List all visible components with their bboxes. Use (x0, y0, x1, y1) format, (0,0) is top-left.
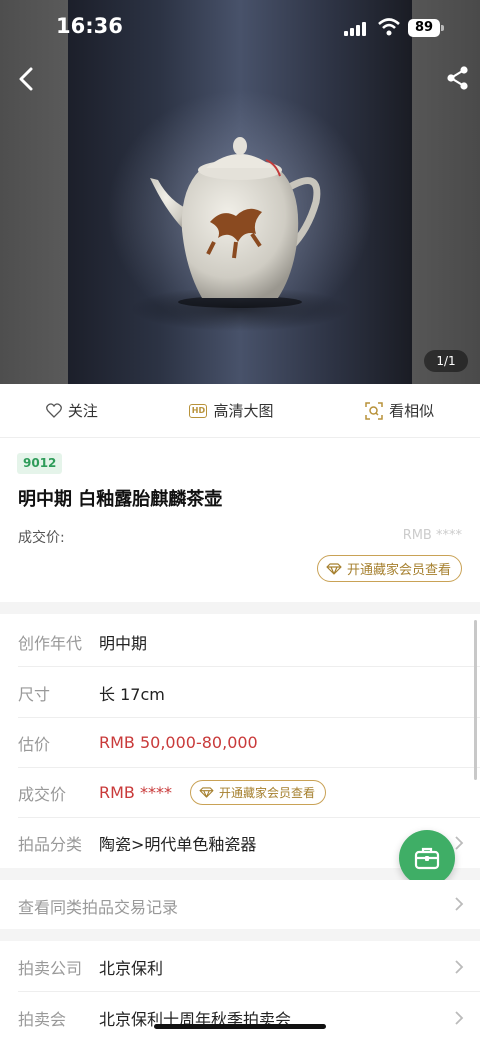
category-value: 陶瓷>明代单色釉瓷器 (99, 834, 257, 854)
detail-label: 拍卖会 (18, 1009, 67, 1029)
similar-search-icon (365, 401, 383, 420)
detail-row-estimate: 估价 RMB 50,000-80,000 (0, 717, 480, 768)
vip-view-label: 开通藏家会员查看 (218, 786, 315, 800)
briefcase-icon (414, 847, 440, 870)
detail-row-era: 创作年代 明中期 (0, 616, 480, 667)
detail-label: 拍卖公司 (18, 958, 83, 978)
battery-indicator: 89 (408, 19, 440, 37)
vip-view-button[interactable]: 开通藏家会员查看 (189, 780, 326, 805)
chevron-right-icon (455, 897, 464, 911)
detail-value: 明中期 (99, 633, 148, 653)
image-counter: 1/1 (424, 350, 468, 372)
diamond-icon (326, 562, 342, 575)
hd-icon: HD (189, 403, 208, 418)
vip-view-button[interactable]: 开通藏家会员查看 (316, 555, 462, 582)
follow-button[interactable]: 关注 (45, 400, 98, 421)
detail-label: 估价 (18, 734, 51, 754)
detail-label: 创作年代 (18, 633, 83, 653)
lot-number-badge: 9012 (17, 453, 63, 474)
detail-label: 尺寸 (18, 684, 51, 704)
share-icon[interactable] (444, 64, 472, 92)
wifi-icon (378, 18, 400, 36)
transaction-history-link[interactable]: 查看同类拍品交易记录 (0, 880, 480, 929)
back-arrow-icon[interactable] (12, 64, 42, 94)
vip-view-label: 开通藏家会员查看 (346, 563, 451, 578)
status-bar: 16:36 89 (0, 0, 480, 56)
lot-info-card: 9012 明中期 白釉露胎麒麟茶壶 成交价: RMB **** 开通藏家会员查看 (0, 438, 480, 602)
chevron-right-icon (455, 1010, 464, 1025)
history-label: 查看同类拍品交易记录 (18, 898, 179, 917)
heart-outline-icon (45, 403, 62, 418)
hd-image-label: 高清大图 (213, 402, 274, 420)
cellular-signal-icon (344, 22, 366, 36)
find-similar-label: 看相似 (389, 402, 435, 420)
find-similar-button[interactable]: 看相似 (365, 400, 434, 421)
lot-title: 明中期 白釉露胎麒麟茶壶 (18, 489, 223, 510)
diamond-icon (199, 787, 214, 798)
hero-image[interactable]: 16:36 89 1/1 (0, 0, 480, 384)
deal-price-masked: RMB **** (402, 528, 462, 543)
home-indicator (154, 1024, 326, 1029)
detail-label: 成交价 (18, 784, 67, 804)
teapot-photo (150, 137, 321, 308)
auction-company-row[interactable]: 拍卖公司 北京保利 (0, 941, 480, 992)
chevron-right-icon (455, 835, 464, 850)
estimate-value: RMB 50,000-80,000 (99, 733, 258, 752)
follow-label: 关注 (67, 402, 98, 420)
detail-label: 拍品分类 (18, 834, 83, 854)
deal-price-label: 成交价: (18, 530, 65, 546)
battery-tip (441, 25, 444, 31)
company-value: 北京保利 (99, 958, 164, 978)
hd-image-button[interactable]: HD 高清大图 (189, 400, 273, 421)
detail-row-deal-price: 成交价 RMB **** 开通藏家会员查看 (0, 767, 480, 818)
deal-price-masked: RMB **** (99, 783, 172, 802)
briefcase-fab-button[interactable] (399, 830, 455, 886)
detail-value: 长 17cm (99, 684, 165, 704)
action-bar: 关注 HD 高清大图 看相似 (0, 384, 480, 438)
lot-details: 创作年代 明中期 尺寸 长 17cm 估价 RMB 50,000-80,000 … (0, 614, 480, 868)
deal-price-group: RMB **** 开通藏家会员查看 (99, 780, 326, 805)
detail-row-size: 尺寸 长 17cm (0, 667, 480, 718)
status-time: 16:36 (56, 14, 123, 38)
chevron-right-icon (455, 959, 464, 974)
scrollbar[interactable] (474, 620, 477, 780)
auction-session-row[interactable]: 拍卖会 北京保利十周年秋季拍卖会 (0, 992, 480, 1039)
